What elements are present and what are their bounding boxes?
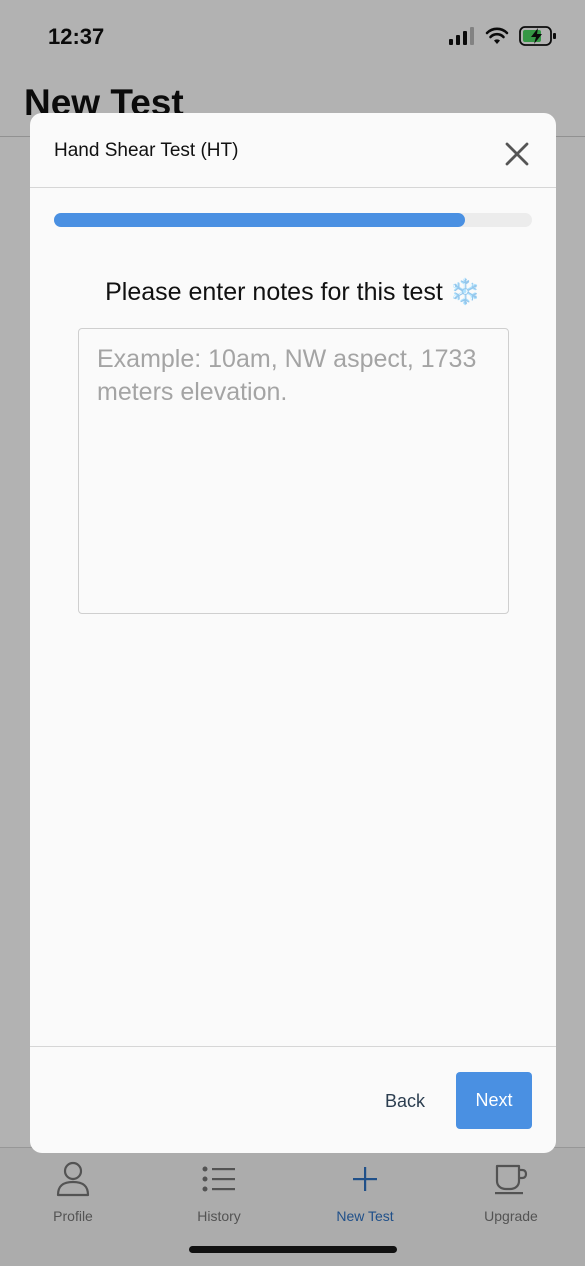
progress-fill: [54, 213, 466, 227]
test-modal: Hand Shear Test (HT) Please enter notes …: [30, 113, 556, 1153]
modal-header: Hand Shear Test (HT): [30, 113, 556, 188]
close-icon: [505, 142, 529, 166]
modal-title: Hand Shear Test (HT): [54, 140, 239, 161]
home-indicator: [189, 1246, 397, 1253]
close-button[interactable]: [504, 141, 530, 167]
modal-footer: Back Next: [30, 1046, 556, 1153]
notes-input[interactable]: [78, 328, 509, 614]
back-button[interactable]: Back: [368, 1079, 442, 1123]
notes-prompt: Please enter notes for this test ❄️: [105, 278, 481, 306]
progress-bar: [54, 213, 532, 227]
next-button[interactable]: Next: [456, 1072, 532, 1129]
